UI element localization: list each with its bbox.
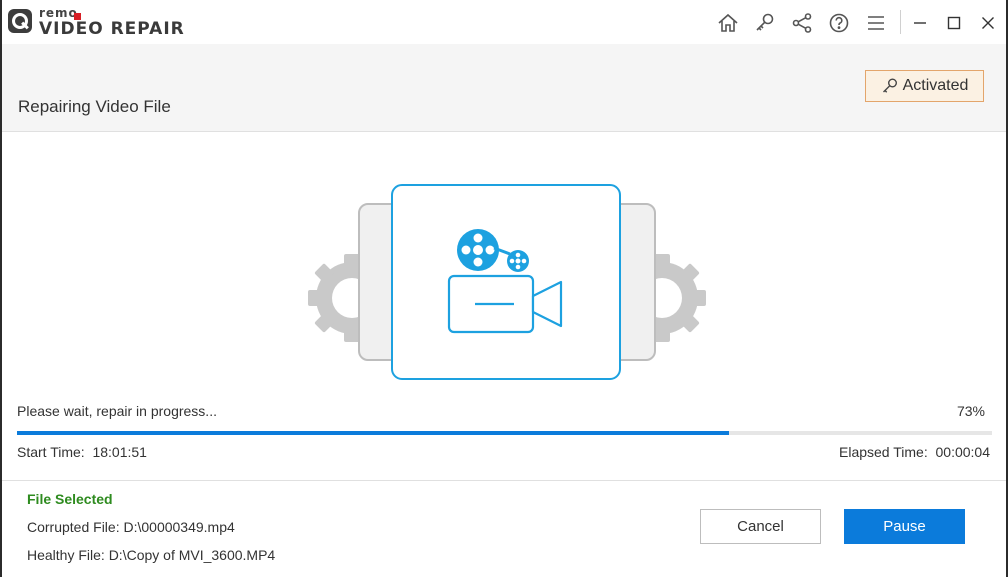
pause-button[interactable]: Pause <box>844 509 965 544</box>
footer: File Selected Corrupted File: D:\0000034… <box>2 480 1006 577</box>
elapsed-time-label: Elapsed Time: <box>839 444 928 460</box>
maximize-icon[interactable] <box>942 11 966 35</box>
toolbar-divider <box>900 10 901 34</box>
remo-logo-icon <box>8 9 32 33</box>
logo-product-name: VIDEO REPAIR <box>39 19 185 39</box>
healthy-file-path: Healthy File: D:\Copy of MVI_3600.MP4 <box>27 547 276 563</box>
app-logo: remo VIDEO REPAIR <box>8 6 198 39</box>
progress-bar-fill <box>17 431 729 435</box>
share-icon[interactable] <box>790 11 814 35</box>
app-window: remo VIDEO REPAIR Repairing Video File A… <box>2 0 1006 577</box>
video-repair-illustration <box>308 184 706 380</box>
page-title: Repairing Video File <box>18 97 171 116</box>
file-selected-heading: File Selected <box>27 491 113 507</box>
page-header: Repairing Video File Activated <box>2 44 1006 132</box>
activated-label: Activated <box>902 77 969 94</box>
start-time-label: Start Time: <box>17 444 85 460</box>
key-icon <box>882 78 897 93</box>
cancel-button[interactable]: Cancel <box>700 509 821 544</box>
progress-bar <box>17 431 992 435</box>
help-icon[interactable] <box>827 11 851 35</box>
start-time: Start Time: 18:01:51 <box>17 444 147 460</box>
progress-status: Please wait, repair in progress... <box>17 403 217 419</box>
minimize-icon[interactable] <box>908 11 932 35</box>
activated-button[interactable]: Activated <box>865 70 984 102</box>
start-time-value: 18:01:51 <box>92 444 147 460</box>
logo-brand: remo <box>39 6 78 20</box>
menu-icon[interactable] <box>864 11 888 35</box>
close-icon[interactable] <box>976 11 1000 35</box>
title-bar: remo VIDEO REPAIR <box>2 0 1006 44</box>
elapsed-time: Elapsed Time: 00:00:04 <box>839 444 990 460</box>
corrupted-file-path: Corrupted File: D:\00000349.mp4 <box>27 519 235 535</box>
home-icon[interactable] <box>716 11 740 35</box>
progress-percent: 73% <box>956 403 985 419</box>
key-icon[interactable] <box>753 11 777 35</box>
elapsed-time-value: 00:00:04 <box>935 444 991 460</box>
